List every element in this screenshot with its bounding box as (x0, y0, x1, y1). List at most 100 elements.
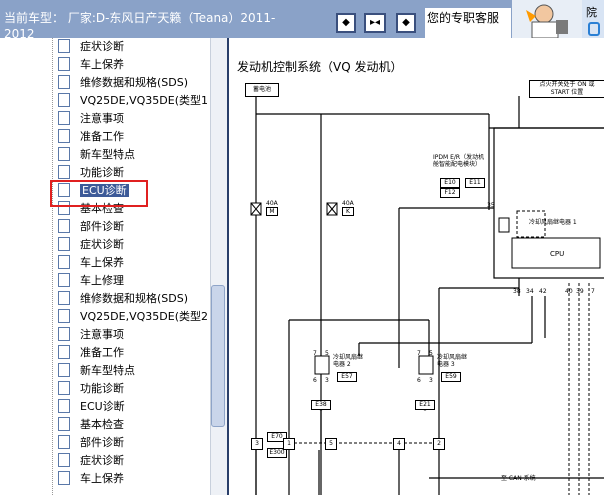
phone-icon (588, 22, 600, 36)
tree-item[interactable]: 注意事项 (58, 326, 124, 344)
tree-item[interactable]: 功能诊断 (58, 380, 124, 398)
relay-2-pin-3: 3 (325, 377, 329, 384)
relay-3-pin-3: 3 (429, 377, 433, 384)
tree-item[interactable]: 部件诊断 (58, 434, 124, 452)
tree-item-label: ECU诊断 (80, 400, 125, 413)
title-bar: 当前车型： 厂家:D-东风日产天籁（Teana）2011-2012 ◆ ▸◂ ◆… (0, 0, 604, 38)
side-panel-tab[interactable]: 院 (582, 0, 604, 38)
ignition-label: 点火开关处于 ON 或 START 位置 (529, 80, 604, 98)
diagram-wiring-svg (250, 92, 604, 495)
document-icon (58, 237, 70, 251)
tree-item[interactable]: 车上保养 (58, 470, 124, 488)
tree-item-label: 维修数据和规格(SDS) (80, 292, 189, 305)
tree-item-label: 新车型特点 (80, 364, 135, 377)
pin-40: 40 (565, 288, 573, 295)
tree-item[interactable]: 维修数据和规格(SDS) (58, 74, 188, 92)
document-icon (58, 363, 70, 377)
pin-7: 7 (591, 288, 595, 295)
fuse-1-rating: 40A (266, 200, 278, 207)
tree-item[interactable]: 新车型特点 (58, 362, 135, 380)
tree-item[interactable]: 部件诊断 (58, 218, 124, 236)
document-icon (58, 39, 70, 53)
document-icon (58, 129, 70, 143)
ipdm-code-f12: F12 (440, 188, 460, 198)
tree-item[interactable]: 准备工作 (58, 128, 124, 146)
relay-2-pin-6: 6 (313, 377, 317, 384)
tree-item[interactable]: 车上保养 (58, 254, 124, 272)
cpu-label: CPU (550, 250, 565, 258)
document-icon (58, 309, 70, 323)
tree-item-label: 维修数据和规格(SDS) (80, 76, 189, 89)
service-avatar-icon[interactable] (512, 0, 582, 38)
document-icon (58, 345, 70, 359)
tree-item-label: 部件诊断 (80, 436, 124, 449)
tree-item-label: 车上修理 (80, 274, 124, 287)
tree-item-label: 功能诊断 (80, 382, 124, 395)
promo-text[interactable]: 您的专职客服 (425, 8, 511, 38)
tree-item-label: VQ25DE,VQ35DE(类型1 (80, 94, 208, 107)
tree-item-label: 车上保养 (80, 256, 124, 269)
tree-item-label: 车上保养 (80, 472, 124, 485)
nav-center-button[interactable]: ▸◂ (364, 13, 386, 33)
document-icon (58, 273, 70, 287)
ground-e38: E38 (311, 400, 331, 410)
document-icon (58, 327, 70, 341)
document-icon (58, 381, 70, 395)
pin-39: 39 (576, 288, 584, 295)
tree-item[interactable]: 车上保养 (58, 56, 124, 74)
relay-3-pin-7: 7 (417, 350, 421, 357)
document-icon (58, 219, 70, 233)
service-avatar-graphic (526, 4, 568, 38)
tree-item[interactable]: 基本检查 (58, 416, 124, 434)
fuse-1-id: M (266, 207, 278, 216)
document-icon (58, 399, 70, 413)
pin-34: 34 (526, 288, 534, 295)
side-panel-label: 院 (586, 6, 597, 19)
ipdm-code-e10: E10 (440, 178, 460, 188)
fuse-2-id: K (342, 207, 354, 216)
tree-item[interactable]: ECU诊断 (58, 398, 125, 416)
fuse-2-rating: 40A (342, 200, 354, 207)
tree-guide-line (52, 38, 54, 495)
document-icon (58, 147, 70, 161)
tree-item-label: 新车型特点 (80, 148, 135, 161)
document-icon (58, 93, 70, 107)
relay-3-label: 冷却风扇继电器 3 (437, 354, 468, 368)
selected-item-highlight (50, 180, 148, 207)
tree-item-label: 症状诊断 (80, 238, 124, 251)
tree-item-label: 部件诊断 (80, 220, 124, 233)
tree-item[interactable]: 新车型特点 (58, 146, 135, 164)
sidebar-tree: 症状诊断 车上保养 维修数据和规格(SDS) VQ25DE,VQ35DE(类型1 注意事… (0, 38, 210, 495)
document-icon (58, 417, 70, 431)
tree-item[interactable]: VQ25DE,VQ35DE(类型2 (58, 308, 208, 326)
tree-item-label: 功能诊断 (80, 166, 124, 179)
nav-first-button[interactable]: ◆ (336, 13, 356, 33)
nav-last-button[interactable]: ◆ (396, 13, 416, 33)
tree-item[interactable]: 注意事项 (58, 110, 124, 128)
relay-2-code: E57 (337, 372, 357, 382)
pin-35-label: 35 (487, 202, 495, 209)
relay-2-pin-5: 5 (325, 350, 329, 357)
tree-item[interactable]: 维修数据和规格(SDS) (58, 290, 188, 308)
document-icon (58, 165, 70, 179)
sidebar-scroll-thumb[interactable] (211, 285, 225, 427)
tree-item[interactable]: 症状诊断 (58, 236, 124, 254)
tree-item[interactable]: VQ25DE,VQ35DE(类型1 (58, 92, 208, 110)
tree-item-label: 准备工作 (80, 130, 124, 143)
connector-pin-1: 1 (283, 438, 295, 450)
relay-2-label: 冷却风扇继电器 2 (333, 354, 364, 368)
tree-item[interactable]: 症状诊断 (58, 38, 124, 56)
connector-pin-5: 5 (325, 438, 337, 450)
tree-item-label: 症状诊断 (80, 454, 124, 467)
tree-item-label: 症状诊断 (80, 40, 124, 53)
relay-2-pin-7: 7 (313, 350, 317, 357)
tree-item[interactable]: 车上修理 (58, 272, 124, 290)
document-icon (58, 255, 70, 269)
connector-pin-2: 2 (433, 438, 445, 450)
wiring-diagram: 发动机控制系统（VQ 发动机） 蓄电池 点火开关处于 ON 或 START 位置… (227, 38, 604, 495)
pin-38: 38 (513, 288, 521, 295)
tree-item[interactable]: 准备工作 (58, 344, 124, 362)
document-icon (58, 453, 70, 467)
tree-item[interactable]: 症状诊断 (58, 452, 124, 470)
tree-item-label: 基本检查 (80, 418, 124, 431)
